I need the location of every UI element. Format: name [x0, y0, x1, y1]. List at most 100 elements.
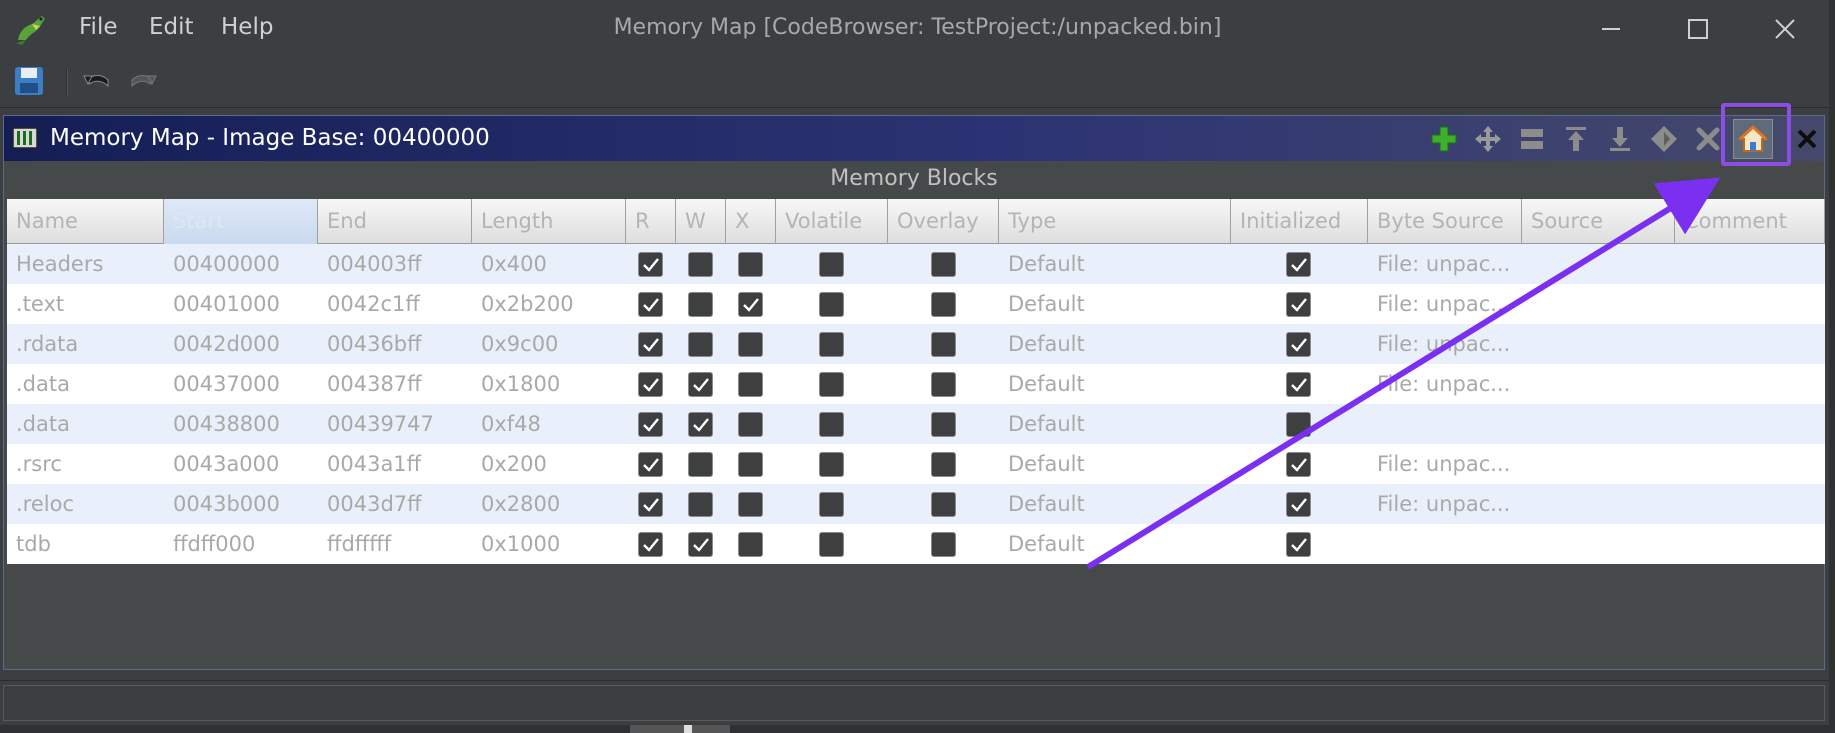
maximize-button[interactable] — [1670, 8, 1726, 50]
r-checkbox[interactable] — [638, 492, 663, 517]
w-checkbox[interactable] — [688, 372, 713, 397]
move-block-button[interactable] — [1469, 120, 1507, 158]
panel-header: Memory Map - Image Base: 00400000 — [4, 116, 1824, 161]
r-checkbox[interactable] — [638, 332, 663, 357]
cell-end: 00439747 — [327, 412, 434, 436]
column-header-r[interactable]: R — [626, 199, 676, 244]
scrollbar-track[interactable] — [630, 725, 730, 733]
overlay-checkbox[interactable] — [931, 292, 956, 317]
column-header-w[interactable]: W — [676, 199, 726, 244]
overlay-checkbox[interactable] — [931, 372, 956, 397]
table-row[interactable]: .rsrc 0043a000 0043a1ff 0x200 Default File: u… — [7, 444, 1825, 484]
column-header-type[interactable]: Type — [999, 199, 1231, 244]
redo-button[interactable] — [124, 64, 160, 100]
initialized-checkbox[interactable] — [1286, 412, 1311, 437]
merge-blocks-button[interactable] — [1645, 120, 1683, 158]
r-checkbox[interactable] — [638, 452, 663, 477]
overlay-checkbox[interactable] — [931, 492, 956, 517]
initialized-checkbox[interactable] — [1286, 452, 1311, 477]
column-header-volatile[interactable]: Volatile — [776, 199, 888, 244]
menu-edit[interactable]: Edit — [149, 14, 194, 40]
x-checkbox[interactable] — [738, 492, 763, 517]
save-button[interactable] — [12, 64, 48, 100]
column-header-comment[interactable]: Comment — [1675, 199, 1825, 244]
menu-file[interactable]: File — [79, 14, 118, 40]
overlay-checkbox[interactable] — [931, 412, 956, 437]
checkmark-icon — [1291, 538, 1307, 552]
initialized-checkbox[interactable] — [1286, 292, 1311, 317]
initialized-checkbox[interactable] — [1286, 252, 1311, 277]
column-header-end[interactable]: End — [318, 199, 472, 244]
checkmark-icon — [693, 418, 709, 432]
close-panel-icon — [1797, 129, 1817, 149]
volatile-checkbox[interactable] — [819, 492, 844, 517]
x-checkbox[interactable] — [738, 252, 763, 277]
menu-help[interactable]: Help — [221, 14, 273, 40]
column-header-start[interactable]: Start — [164, 199, 318, 244]
scrollbar-thumb[interactable] — [684, 725, 692, 733]
initialized-checkbox[interactable] — [1286, 492, 1311, 517]
x-checkbox[interactable] — [738, 332, 763, 357]
column-header-byte-source[interactable]: Byte Source — [1368, 199, 1522, 244]
checkmark-icon — [643, 538, 659, 552]
column-header-initialized[interactable]: Initialized — [1231, 199, 1368, 244]
table-row[interactable]: .text 00401000 0042c1ff 0x2b200 Default File:… — [7, 284, 1825, 324]
initialized-checkbox[interactable] — [1286, 332, 1311, 357]
w-checkbox[interactable] — [688, 532, 713, 557]
table-row[interactable]: tdb ffdff000 ffdfffff 0x1000 Default — [7, 524, 1825, 564]
table-row[interactable]: .rdata 0042d000 00436bff 0x9c00 Default File:… — [7, 324, 1825, 364]
column-header-name[interactable]: Name — [7, 199, 164, 244]
volatile-checkbox[interactable] — [819, 372, 844, 397]
close-panel-button[interactable] — [1788, 120, 1826, 158]
cell-comment — [1675, 404, 1825, 444]
r-checkbox[interactable] — [638, 252, 663, 277]
initialized-checkbox[interactable] — [1286, 372, 1311, 397]
close-window-button[interactable] — [1757, 8, 1813, 50]
x-checkbox[interactable] — [738, 452, 763, 477]
table-row[interactable]: .data 00437000 004387ff 0x1800 Default File: … — [7, 364, 1825, 404]
column-header-overlay[interactable]: Overlay — [888, 199, 999, 244]
minimize-button[interactable] — [1582, 8, 1638, 50]
volatile-checkbox[interactable] — [819, 332, 844, 357]
split-block-button[interactable] — [1513, 120, 1551, 158]
expand-up-button[interactable] — [1557, 120, 1595, 158]
column-header-source[interactable]: Source — [1522, 199, 1675, 244]
table-row[interactable]: .reloc 0043b000 0043d7ff 0x2800 Default File:… — [7, 484, 1825, 524]
volatile-checkbox[interactable] — [819, 452, 844, 477]
r-checkbox[interactable] — [638, 532, 663, 557]
volatile-checkbox[interactable] — [819, 292, 844, 317]
initialized-checkbox[interactable] — [1286, 532, 1311, 557]
r-checkbox[interactable] — [638, 292, 663, 317]
overlay-checkbox[interactable] — [931, 452, 956, 477]
w-checkbox[interactable] — [688, 492, 713, 517]
x-checkbox[interactable] — [738, 372, 763, 397]
cell-comment — [1675, 364, 1825, 404]
w-checkbox[interactable] — [688, 252, 713, 277]
overlay-checkbox[interactable] — [931, 252, 956, 277]
cell-source — [1522, 484, 1675, 524]
x-checkbox[interactable] — [738, 292, 763, 317]
w-checkbox[interactable] — [688, 332, 713, 357]
table-row[interactable]: Headers 00400000 004003ff 0x400 Default File:… — [7, 244, 1825, 284]
w-checkbox[interactable] — [688, 412, 713, 437]
w-checkbox[interactable] — [688, 292, 713, 317]
table-row[interactable]: .data 00438800 00439747 0xf48 Default — [7, 404, 1825, 444]
r-checkbox[interactable] — [638, 412, 663, 437]
x-checkbox[interactable] — [738, 412, 763, 437]
add-block-button[interactable] — [1425, 120, 1463, 158]
cell-comment — [1675, 484, 1825, 524]
r-checkbox[interactable] — [638, 372, 663, 397]
w-checkbox[interactable] — [688, 452, 713, 477]
x-checkbox[interactable] — [738, 532, 763, 557]
set-image-base-button[interactable] — [1733, 119, 1773, 159]
column-header-length[interactable]: Length — [472, 199, 626, 244]
volatile-checkbox[interactable] — [819, 252, 844, 277]
volatile-checkbox[interactable] — [819, 532, 844, 557]
column-header-x[interactable]: X — [726, 199, 776, 244]
expand-down-button[interactable] — [1601, 120, 1639, 158]
delete-block-button[interactable] — [1689, 120, 1727, 158]
undo-button[interactable] — [80, 64, 116, 100]
overlay-checkbox[interactable] — [931, 532, 956, 557]
volatile-checkbox[interactable] — [819, 412, 844, 437]
overlay-checkbox[interactable] — [931, 332, 956, 357]
